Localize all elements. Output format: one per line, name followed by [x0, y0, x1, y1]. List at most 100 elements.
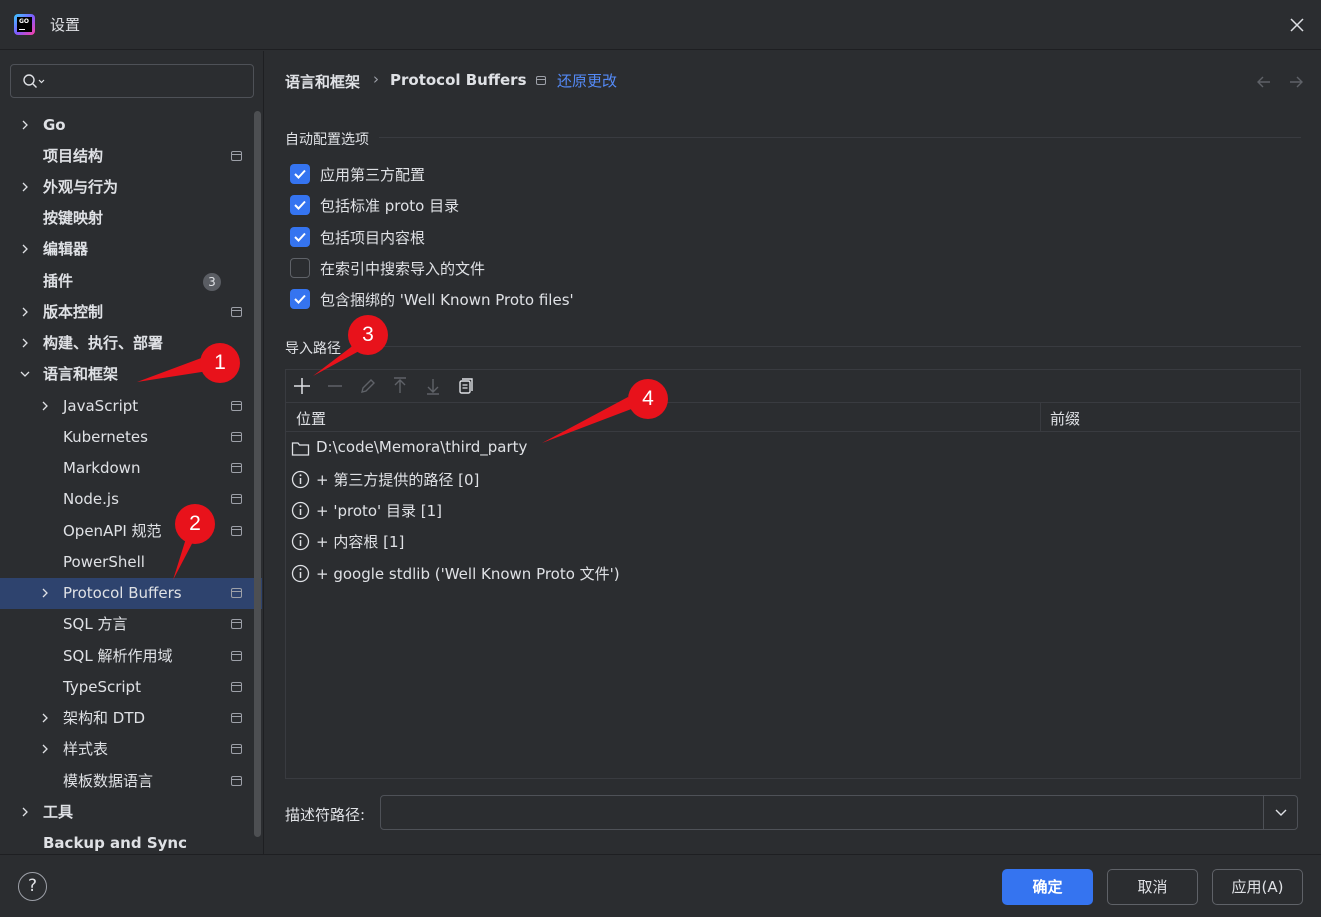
project-level-icon — [231, 744, 242, 754]
row-text: D:\code\Memora\third_party — [316, 438, 528, 456]
sidebar-item-typescript[interactable]: TypeScript — [0, 672, 262, 703]
section-divider — [379, 137, 1301, 138]
sidebar-item-project-structure[interactable]: 项目结构 — [0, 141, 262, 172]
table-row[interactable]: + google stdlib ('Well Known Proto 文件') — [286, 558, 1300, 589]
project-level-icon — [231, 619, 242, 629]
sidebar-item-kubernetes[interactable]: Kubernetes — [0, 422, 262, 453]
checkbox-checked[interactable] — [290, 164, 310, 184]
checkbox-checked[interactable] — [290, 195, 310, 215]
descriptor-path-label: 描述符路径: — [285, 806, 366, 824]
dropdown-button[interactable] — [1263, 796, 1297, 829]
project-level-icon — [231, 401, 242, 411]
chevron-right-icon — [42, 401, 48, 411]
option-label: 包括标准 proto 目录 — [320, 197, 460, 215]
sidebar-item-markdown[interactable]: Markdown — [0, 453, 262, 484]
column-divider[interactable] — [1040, 403, 1041, 432]
sidebar-item-label: 外观与行为 — [43, 178, 119, 196]
table-row[interactable]: + 内容根 [1] — [286, 526, 1300, 557]
section-divider — [351, 346, 1301, 347]
sidebar-item-label: PowerShell — [63, 553, 145, 571]
sidebar-item-editor[interactable]: 编辑器 — [0, 234, 262, 265]
sidebar-item-javascript[interactable]: JavaScript — [0, 391, 262, 422]
sidebar-item-label: 插件 — [43, 272, 74, 290]
project-level-icon — [231, 494, 242, 504]
import-paths-panel: 位置 前缀 D:\code\Memora\third_party + 第三方提供… — [285, 369, 1301, 779]
plugins-count-badge: 3 — [203, 273, 221, 291]
sidebar-item-appearance[interactable]: 外观与行为 — [0, 172, 262, 203]
sidebar-item-template-languages[interactable]: 模板数据语言 — [0, 766, 262, 797]
close-icon[interactable] — [1285, 13, 1309, 37]
table-row[interactable]: + 'proto' 目录 [1] — [286, 495, 1300, 526]
project-level-icon — [231, 151, 242, 161]
option-label: 包含捆绑的 'Well Known Proto files' — [320, 291, 574, 309]
column-header-location[interactable]: 位置 — [296, 408, 326, 429]
help-button[interactable]: ? — [18, 872, 47, 901]
sidebar-item-keymap[interactable]: 按键映射 — [0, 203, 262, 234]
sidebar-item-label: 编辑器 — [43, 240, 89, 258]
sidebar-item-schemas-dtds[interactable]: 架构和 DTD — [0, 703, 262, 734]
breadcrumb-separator: › — [373, 70, 379, 88]
project-level-icon — [231, 682, 242, 692]
row-text: + google stdlib ('Well Known Proto 文件') — [316, 565, 620, 583]
revert-changes-link[interactable]: 还原更改 — [557, 70, 617, 91]
sidebar-item-sql-dialects[interactable]: SQL 方言 — [0, 609, 262, 640]
row-text: + 第三方提供的路径 [0] — [316, 471, 480, 489]
checkbox-unchecked[interactable] — [290, 258, 310, 278]
copy-icon[interactable] — [455, 376, 475, 396]
breadcrumb-parent[interactable]: 语言和框架 — [285, 71, 360, 92]
title-bar: GO 设置 — [0, 0, 1321, 50]
import-paths-section-title: 导入路径 — [285, 341, 341, 357]
project-level-icon — [231, 588, 242, 598]
chevron-right-icon — [22, 182, 28, 192]
chevron-down-icon — [20, 371, 30, 377]
info-icon — [291, 470, 310, 489]
sidebar-item-vcs[interactable]: 版本控制 — [0, 297, 262, 328]
table-row[interactable]: + 第三方提供的路径 [0] — [286, 464, 1300, 495]
project-level-icon — [231, 526, 242, 536]
ok-button[interactable]: 确定 — [1002, 869, 1093, 905]
info-icon — [291, 532, 310, 551]
checkbox-checked[interactable] — [290, 289, 310, 309]
sidebar-item-label: SQL 解析作用域 — [63, 647, 173, 665]
move-up-icon[interactable] — [390, 376, 410, 396]
sidebar-item-tools[interactable]: 工具 — [0, 797, 262, 828]
chevron-right-icon — [22, 244, 28, 254]
sidebar-item-protocol-buffers[interactable]: Protocol Buffers — [0, 578, 262, 609]
sidebar-item-stylesheets[interactable]: 样式表 — [0, 734, 262, 765]
sidebar-item-label: 构建、执行、部署 — [43, 334, 164, 352]
search-input[interactable] — [10, 64, 254, 98]
chevron-right-icon — [42, 713, 48, 723]
cancel-button[interactable]: 取消 — [1107, 869, 1198, 905]
sidebar-scrollbar[interactable] — [254, 111, 261, 837]
chevron-right-icon — [42, 744, 48, 754]
add-icon[interactable] — [292, 376, 312, 396]
column-header-prefix[interactable]: 前缀 — [1050, 408, 1080, 429]
sidebar-item-go[interactable]: Go — [0, 110, 262, 141]
sidebar-item-label: Protocol Buffers — [63, 584, 182, 602]
sidebar-item-powershell[interactable]: PowerShell — [0, 547, 262, 578]
row-text: + 'proto' 目录 [1] — [316, 502, 442, 520]
sidebar-item-sql-resolution-scopes[interactable]: SQL 解析作用域 — [0, 641, 262, 672]
forward-arrow-icon[interactable] — [1287, 73, 1305, 91]
apply-button[interactable]: 应用(A) — [1212, 869, 1303, 905]
table-row[interactable]: D:\code\Memora\third_party — [286, 433, 1300, 464]
back-arrow-icon[interactable] — [1255, 73, 1273, 91]
option-label: 应用第三方配置 — [320, 166, 426, 184]
breadcrumb-current: Protocol Buffers — [390, 71, 527, 89]
annotation-badge-2: 2 — [175, 504, 215, 544]
sidebar-item-openapi[interactable]: OpenAPI 规范 — [0, 516, 262, 547]
sidebar-item-label: Markdown — [63, 459, 141, 477]
edit-icon[interactable] — [358, 376, 378, 396]
descriptor-path-combobox[interactable] — [380, 795, 1298, 830]
checkbox-checked[interactable] — [290, 227, 310, 247]
sidebar-item-plugins[interactable]: 插件 3 — [0, 266, 262, 297]
project-level-icon — [231, 463, 242, 473]
info-icon — [291, 564, 310, 583]
sidebar-item-label: Node.js — [63, 490, 119, 508]
sidebar-item-label: Go — [43, 116, 66, 134]
sidebar-item-nodejs[interactable]: Node.js — [0, 484, 262, 515]
sidebar-item-label: 按键映射 — [43, 209, 104, 227]
window-title: 设置 — [50, 16, 81, 34]
move-down-icon[interactable] — [423, 376, 443, 396]
remove-icon[interactable] — [325, 376, 345, 396]
